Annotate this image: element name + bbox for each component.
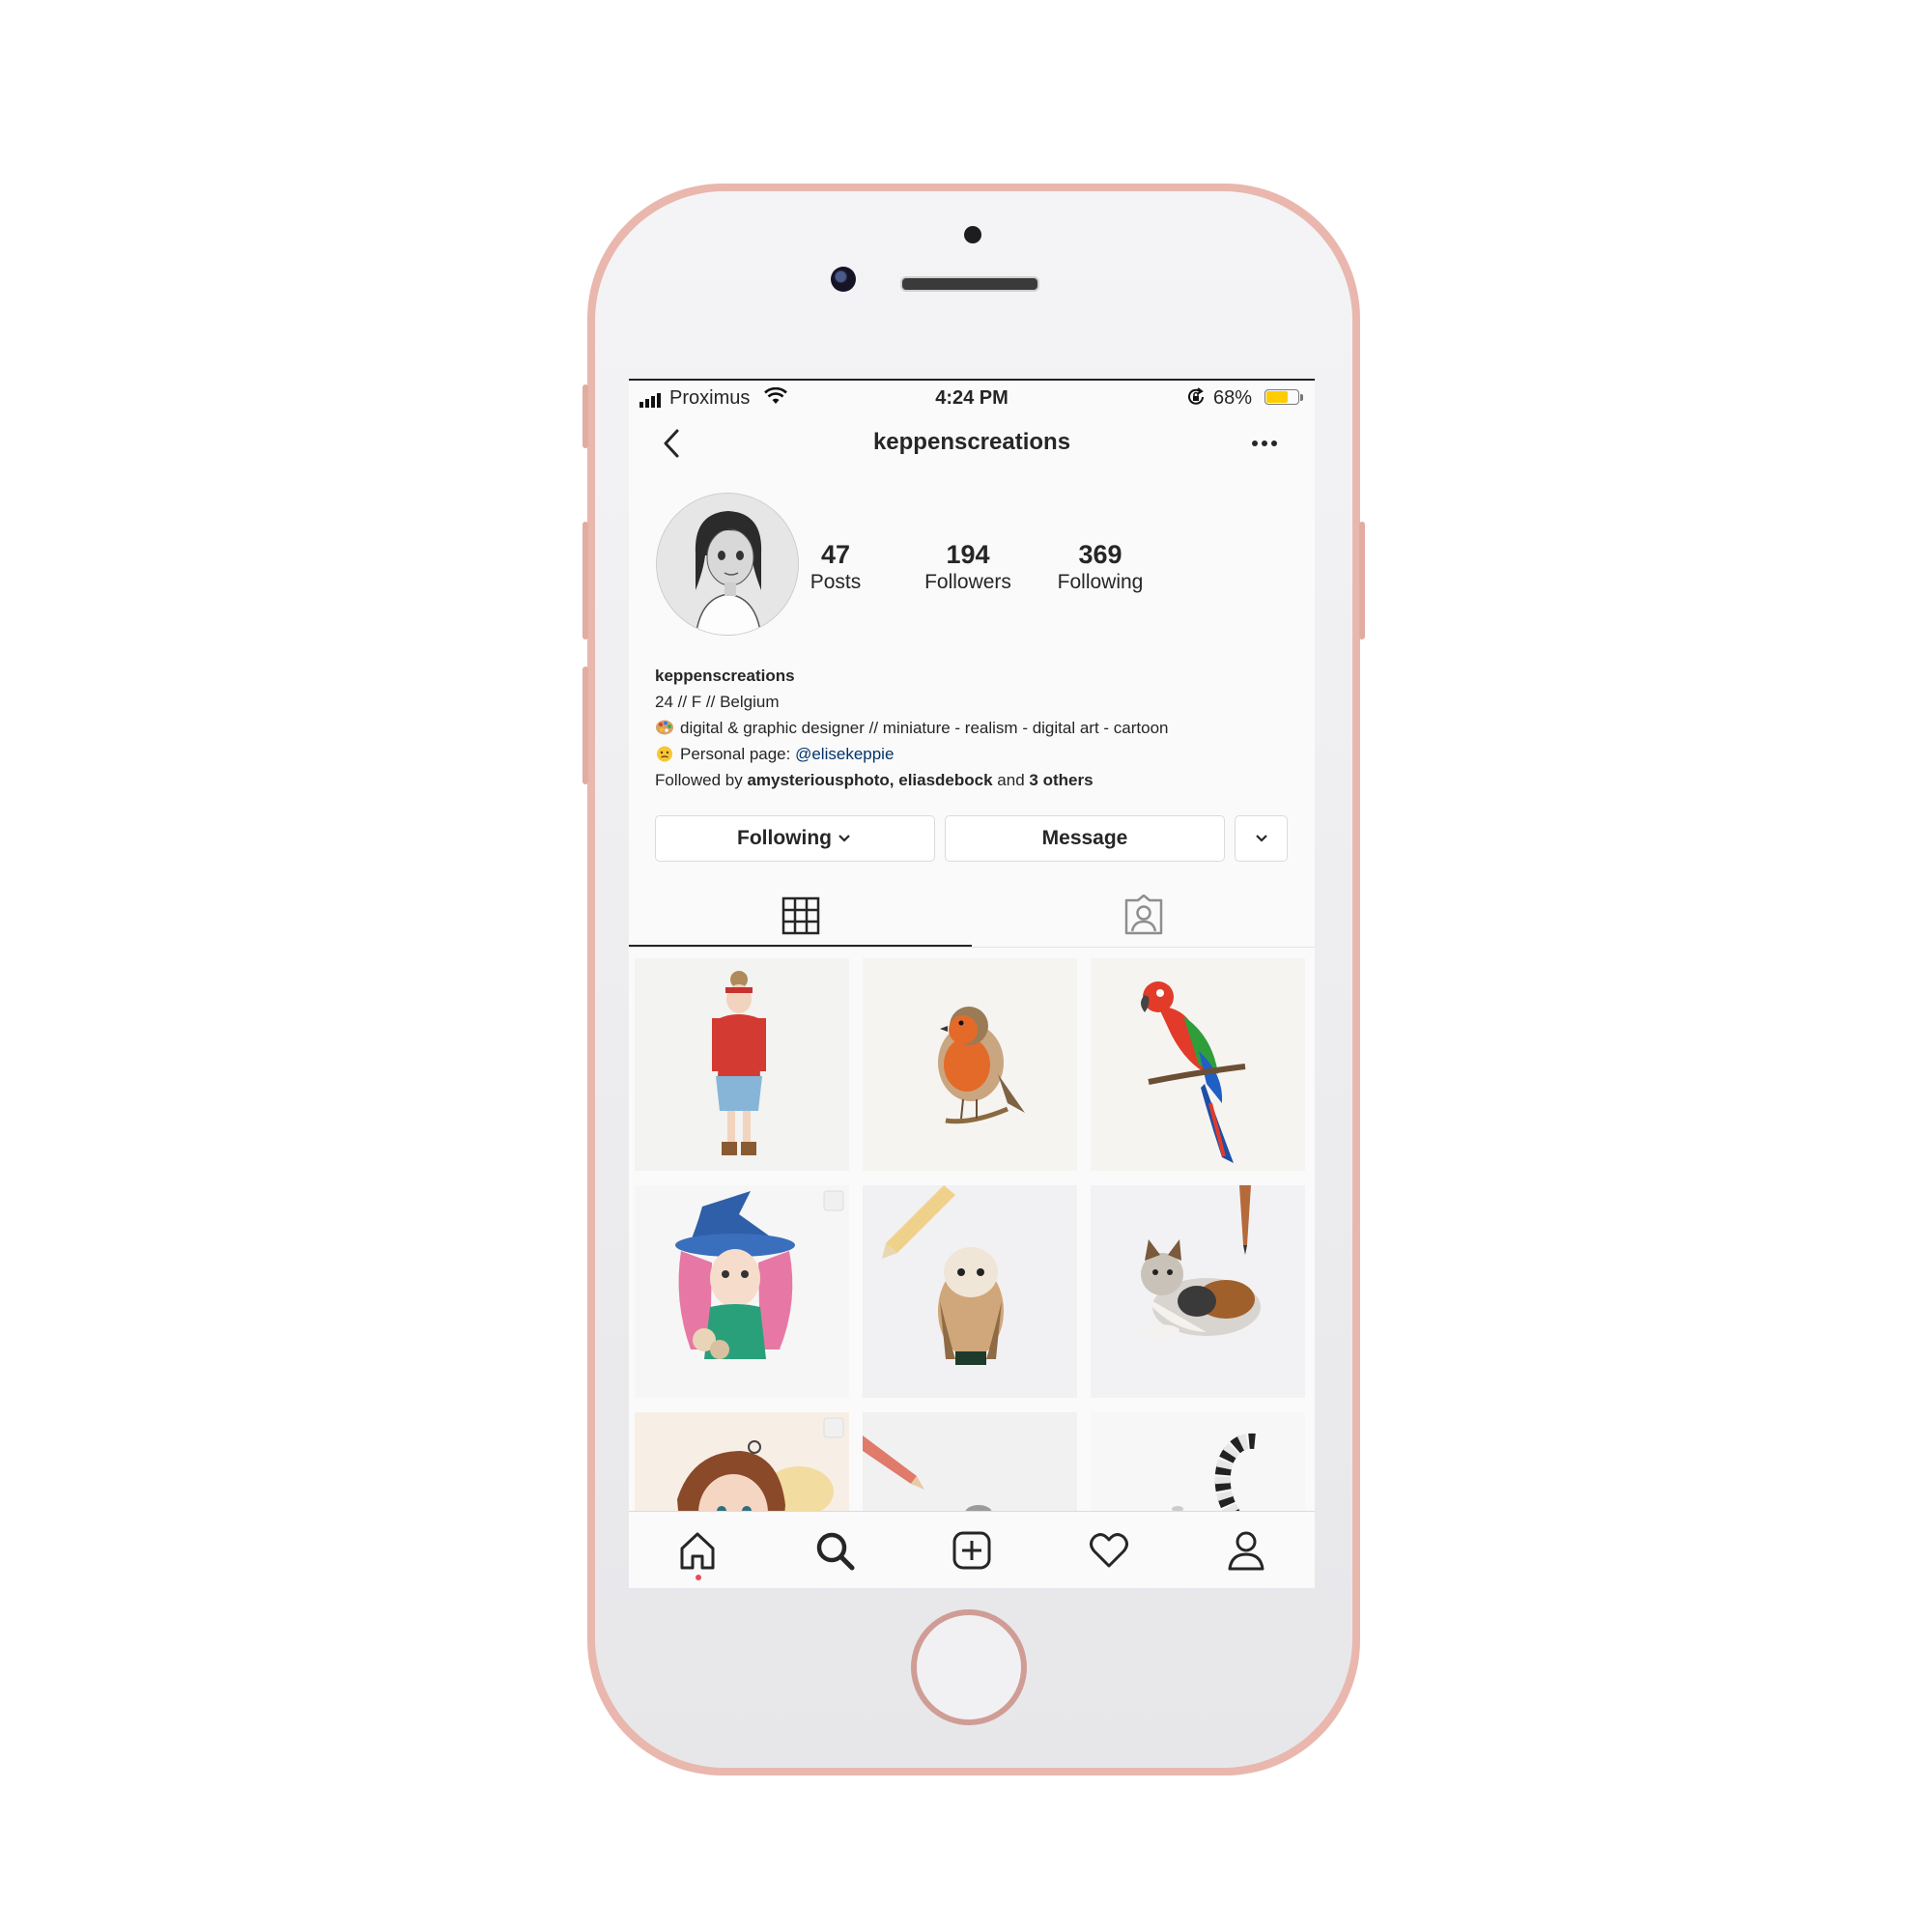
post-thumbnail[interactable] bbox=[863, 1185, 1077, 1398]
following-count-label: Following bbox=[1057, 571, 1144, 593]
robin-drawing bbox=[863, 958, 1077, 1171]
girl-red-sweater-drawing bbox=[635, 958, 849, 1171]
profile-icon bbox=[1228, 1531, 1264, 1571]
personal-page-link[interactable]: @elisekeppie bbox=[795, 745, 894, 763]
nav-new-post[interactable] bbox=[949, 1527, 995, 1574]
instagram-profile-screen: Proximus 4:24 PM 68% keppenscreations 47… bbox=[629, 379, 1315, 1588]
bio-occupation-text: digital & graphic designer // miniature … bbox=[680, 719, 1169, 737]
power-button bbox=[1359, 522, 1365, 639]
nav-home[interactable] bbox=[674, 1527, 721, 1574]
message-button-label: Message bbox=[1041, 827, 1128, 849]
grid-icon bbox=[781, 896, 820, 935]
rotation-lock-icon bbox=[1185, 386, 1207, 413]
battery-cap bbox=[1300, 394, 1303, 401]
profile-tabs bbox=[629, 883, 1315, 948]
tab-grid[interactable] bbox=[629, 883, 972, 947]
activity-indicator-dot bbox=[696, 1575, 701, 1580]
bio-display-name: keppenscreations bbox=[655, 667, 795, 685]
bio-line-personal-page: Personal page: @elisekeppie bbox=[655, 741, 1293, 767]
chevron-down-icon bbox=[838, 835, 850, 842]
more-options-button[interactable] bbox=[1245, 429, 1284, 458]
artist-palette-icon bbox=[656, 720, 673, 735]
barn-owl-drawing bbox=[863, 1185, 1077, 1398]
nav-search[interactable] bbox=[811, 1527, 858, 1574]
bio-line-occupation: digital & graphic designer // miniature … bbox=[655, 715, 1293, 741]
followers-count-label: Followers bbox=[924, 571, 1011, 593]
bottom-navigation bbox=[629, 1511, 1315, 1588]
followers-count-value: 194 bbox=[946, 540, 990, 569]
following-button[interactable]: Following bbox=[655, 815, 935, 862]
plus-square-icon bbox=[952, 1531, 991, 1570]
battery-icon bbox=[1264, 389, 1299, 405]
home-button[interactable] bbox=[911, 1609, 1027, 1725]
calico-cat-drawing bbox=[1091, 1185, 1305, 1398]
following-button-label: Following bbox=[737, 827, 832, 849]
post-thumbnail[interactable] bbox=[635, 1185, 849, 1398]
status-bar: Proximus 4:24 PM 68% bbox=[629, 381, 1315, 412]
profile-username-title: keppenscreations bbox=[872, 429, 1071, 455]
post-thumbnail[interactable] bbox=[863, 958, 1077, 1171]
followed-by-users: amysteriousphoto, eliasdebock bbox=[747, 771, 993, 789]
followed-by-prefix: Followed by bbox=[655, 771, 748, 789]
volume-up-button bbox=[582, 522, 588, 639]
earpiece-speaker bbox=[900, 276, 1039, 292]
profile-bio: keppenscreations 24 // F // Belgium digi… bbox=[655, 663, 1293, 793]
face-emoji-icon bbox=[657, 746, 672, 762]
parrot-drawing bbox=[1091, 958, 1305, 1171]
profile-avatar[interactable] bbox=[656, 493, 799, 636]
profile-header: keppenscreations bbox=[629, 415, 1315, 469]
witch-girl-drawing bbox=[635, 1185, 849, 1398]
search-icon bbox=[816, 1532, 855, 1571]
post-thumbnail[interactable] bbox=[1091, 958, 1305, 1171]
ellipsis-icon bbox=[1252, 440, 1277, 446]
following-count[interactable]: 369 Following bbox=[1047, 539, 1153, 595]
volume-down-button bbox=[582, 667, 588, 784]
followed-by-and: and bbox=[992, 771, 1030, 789]
suggested-accounts-button[interactable] bbox=[1235, 815, 1288, 862]
posts-count-value: 47 bbox=[820, 540, 851, 569]
tagged-person-icon bbox=[1124, 895, 1163, 935]
battery-percent: 68% bbox=[1213, 387, 1253, 409]
status-time: 4:24 PM bbox=[935, 387, 1009, 409]
front-camera bbox=[831, 267, 856, 292]
proximity-sensor bbox=[964, 226, 981, 243]
nav-activity[interactable] bbox=[1086, 1527, 1132, 1574]
post-thumbnail[interactable] bbox=[1091, 1185, 1305, 1398]
battery-level-fill bbox=[1266, 391, 1288, 403]
heart-icon bbox=[1090, 1533, 1128, 1568]
chevron-down-icon bbox=[1255, 835, 1267, 842]
message-button[interactable]: Message bbox=[945, 815, 1225, 862]
post-thumbnail[interactable] bbox=[635, 958, 849, 1171]
following-count-value: 369 bbox=[1078, 540, 1122, 569]
bio-line-details: 24 // F // Belgium bbox=[655, 693, 780, 711]
followers-count[interactable]: 194 Followers bbox=[915, 539, 1021, 595]
tab-tagged[interactable] bbox=[972, 883, 1315, 947]
home-icon bbox=[680, 1532, 715, 1570]
posts-count[interactable]: 47 Posts bbox=[782, 539, 889, 595]
silent-switch bbox=[582, 384, 588, 448]
bio-personal-page-label: Personal page: bbox=[680, 745, 796, 763]
nav-profile[interactable] bbox=[1223, 1527, 1269, 1574]
posts-count-label: Posts bbox=[810, 571, 862, 593]
followed-by-others: 3 others bbox=[1029, 771, 1094, 789]
avatar-illustration bbox=[657, 494, 798, 635]
followed-by-line[interactable]: Followed by amysteriousphoto, eliasdeboc… bbox=[655, 767, 1293, 793]
